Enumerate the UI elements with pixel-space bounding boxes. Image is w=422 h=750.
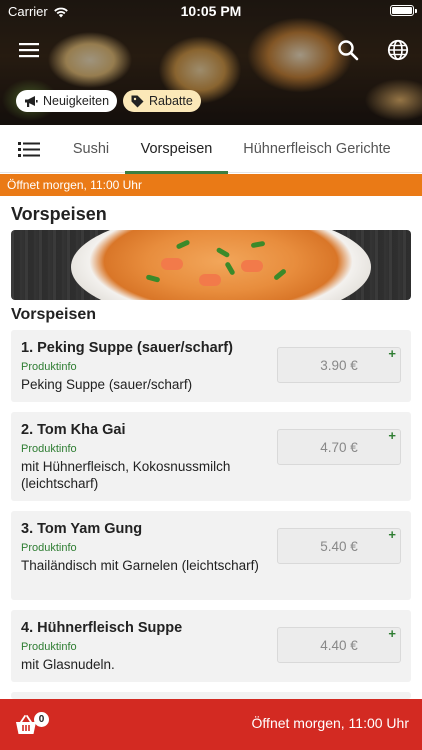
shrimp <box>241 260 263 272</box>
search-icon <box>338 40 359 61</box>
product-description: mit Hühnerfleisch, Kokosnussmilch (leich… <box>21 459 231 491</box>
discounts-chip[interactable]: Rabatte <box>123 90 201 112</box>
tab-vorspeisen[interactable]: Vorspeisen <box>125 125 228 174</box>
plus-icon: + <box>388 626 396 641</box>
plus-icon: + <box>388 527 396 542</box>
add-to-cart-button[interactable]: 3.90 € + <box>277 346 401 383</box>
product-price: 3.90 € <box>320 357 358 373</box>
shrimp <box>199 274 221 286</box>
status-time: 10:05 PM <box>180 3 242 19</box>
section-title: Vorspeisen <box>11 204 107 224</box>
status-bar: Carrier 10:05 PM <box>0 0 422 22</box>
product-name: 2. Tom Kha Gai <box>21 422 126 438</box>
tab-sushi[interactable]: Sushi <box>58 125 124 173</box>
product-info-link[interactable]: Produktinfo <box>21 443 77 455</box>
plus-icon: + <box>388 346 396 361</box>
bottom-cart-bar[interactable]: 0 Öffnet morgen, 11:00 Uhr <box>0 699 422 750</box>
product-description: mit Glasnudeln. <box>21 657 115 672</box>
category-image <box>11 230 411 300</box>
news-chip-label: Neuigkeiten <box>43 94 110 108</box>
product-name: 4. Hühnerfleisch Suppe <box>21 620 183 636</box>
megaphone-icon <box>25 95 38 107</box>
product-description: Peking Suppe (sauer/scharf) <box>21 377 193 392</box>
news-chip[interactable]: Neuigkeiten <box>16 90 118 112</box>
bottom-opening-hours: Öffnet morgen, 11:00 Uhr <box>251 715 409 731</box>
search-button[interactable] <box>336 38 360 62</box>
add-to-cart-button[interactable]: 5.40 € + <box>277 527 401 564</box>
product-card[interactable]: 2. Tom Kha Gai Produktinfo mit Hühnerfle… <box>11 412 411 501</box>
product-info-link[interactable]: Produktinfo <box>21 641 77 653</box>
add-to-cart-button[interactable]: 4.70 € + <box>277 428 401 465</box>
product-card[interactable]: 3. Tom Yam Gung Produktinfo Thailändisch… <box>11 511 411 600</box>
discounts-chip-label: Rabatte <box>149 94 193 108</box>
shrimp <box>161 258 183 270</box>
product-info-link[interactable]: Produktinfo <box>21 361 77 373</box>
add-to-cart-button[interactable]: 4.40 € + <box>277 626 401 663</box>
product-info-link[interactable]: Produktinfo <box>21 542 77 554</box>
language-button[interactable] <box>386 38 410 62</box>
product-price: 4.70 € <box>320 439 358 455</box>
plus-icon: + <box>388 428 396 443</box>
product-card[interactable]: 4. Hühnerfleisch Suppe Produktinfo mit G… <box>11 610 411 682</box>
product-name: 1. Peking Suppe (sauer/scharf) <box>21 340 233 356</box>
product-card[interactable]: 1. Peking Suppe (sauer/scharf) Produktin… <box>11 330 411 402</box>
product-price: 4.40 € <box>320 637 358 653</box>
category-list-icon[interactable] <box>18 139 40 159</box>
product-name: 3. Tom Yam Gung <box>21 521 143 537</box>
hamburger-icon <box>19 43 39 58</box>
header-chips: Neuigkeiten Rabatte <box>16 90 201 112</box>
battery-icon <box>390 5 417 16</box>
tab-huehnerfleisch[interactable]: Hühnerfleisch Gerichte <box>236 125 398 173</box>
category-tabs: Sushi Vorspeisen Hühnerfleisch Gerichte <box>0 125 422 174</box>
soup-bowl <box>71 230 371 300</box>
opening-hours-banner: Öffnet morgen, 11:00 Uhr <box>0 174 422 196</box>
section-subtitle: Vorspeisen <box>11 306 97 323</box>
cart-count-badge: 0 <box>34 712 49 727</box>
globe-icon <box>387 39 409 61</box>
tag-icon <box>131 95 144 107</box>
header-toolbar <box>0 38 422 62</box>
menu-button[interactable] <box>17 38 41 62</box>
product-description: Thailändisch mit Garnelen (leichtscharf) <box>21 558 259 573</box>
product-price: 5.40 € <box>320 538 358 554</box>
product-card-partial <box>11 692 411 699</box>
